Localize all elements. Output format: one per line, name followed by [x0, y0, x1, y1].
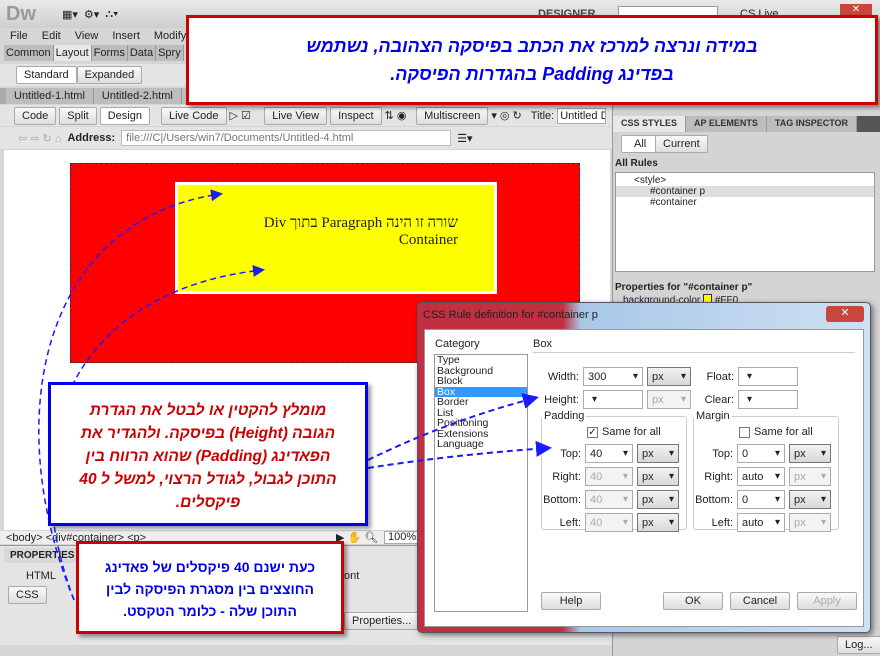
callout-bottom: כעת ישנם 40 פיקסלים של פאדינג החוצצים בי… — [76, 541, 344, 634]
arrow-to-top — [367, 440, 552, 469]
callout-top: במידה ונרצה למרכז את הכתב בפיסקה הצהובה,… — [186, 15, 878, 105]
callout-left: מומלץ להקטין או לבטל את הגדרת הגובה (Hei… — [48, 382, 368, 526]
